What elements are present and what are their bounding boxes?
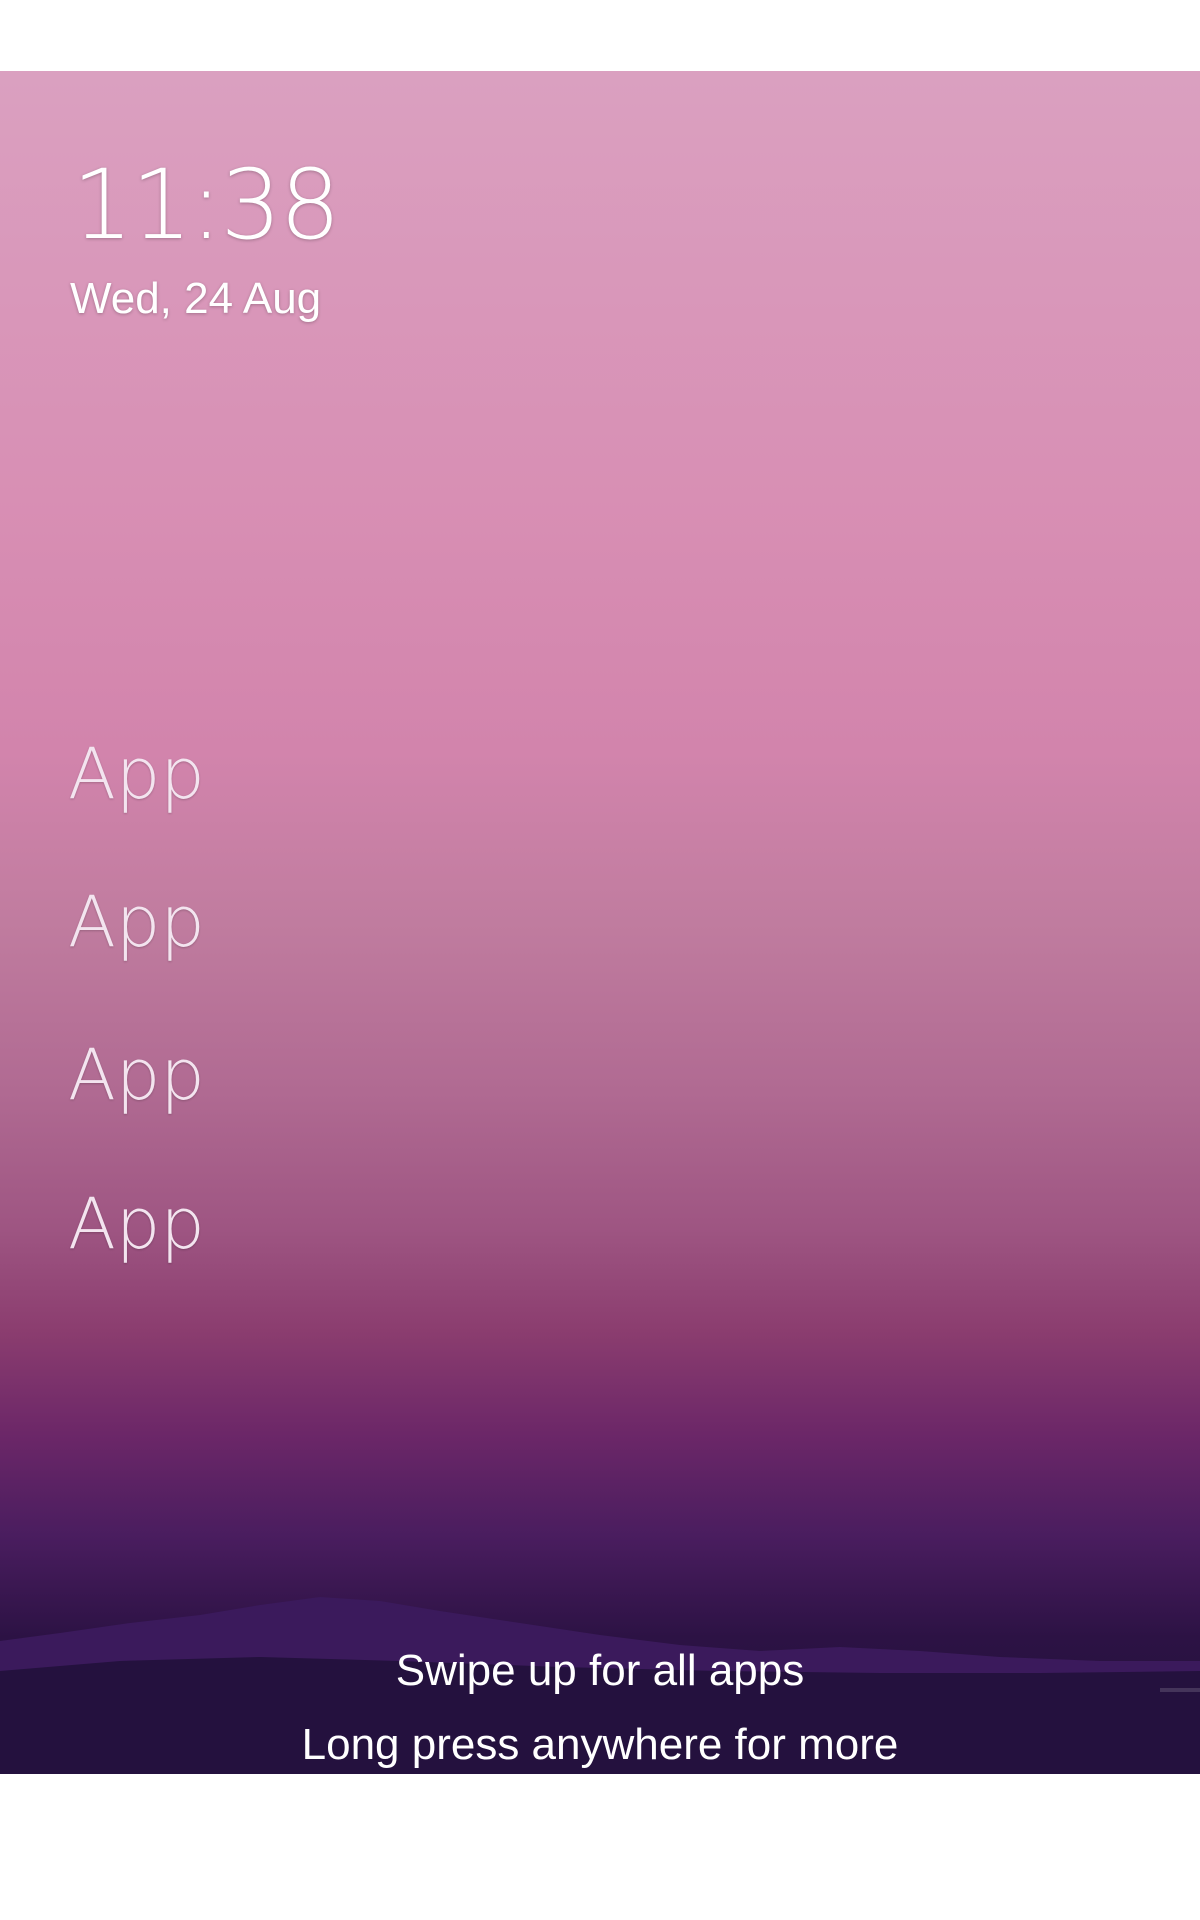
- app-shortcut-2[interactable]: App: [68, 884, 205, 960]
- app-shortcut-1[interactable]: App: [68, 736, 205, 812]
- wallpaper[interactable]: 11:38 Wed, 24 Aug App App App App Swipe …: [0, 71, 1200, 1774]
- long-press-hint: Long press anywhere for more: [301, 1720, 899, 1769]
- app-shortcut-3[interactable]: App: [68, 1037, 205, 1113]
- clock-date[interactable]: Wed, 24 Aug: [70, 273, 321, 325]
- swipe-up-hint: Swipe up for all apps: [395, 1646, 805, 1695]
- app-shortcut-4[interactable]: App: [68, 1186, 205, 1262]
- clock-time[interactable]: 11:38: [72, 155, 341, 255]
- home-screen[interactable]: 11:38 Wed, 24 Aug App App App App Swipe …: [0, 0, 1200, 1920]
